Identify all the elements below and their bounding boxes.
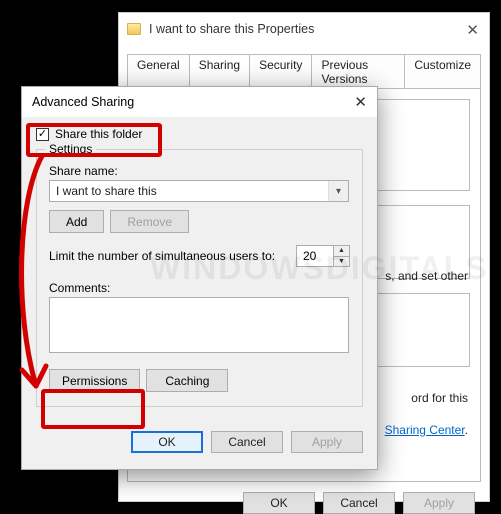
- advanced-titlebar: Advanced Sharing ✕: [22, 87, 377, 117]
- share-name-dropdown[interactable]: I want to share this ▾: [49, 180, 349, 202]
- properties-apply-button[interactable]: Apply: [403, 492, 475, 514]
- limit-value: 20: [303, 249, 316, 263]
- chevron-down-icon: ▾: [328, 181, 348, 201]
- close-icon[interactable]: ✕: [354, 93, 367, 111]
- share-folder-row: ✓ Share this folder: [36, 127, 363, 141]
- properties-titlebar: I want to share this Properties ✕: [119, 13, 489, 45]
- share-folder-checkbox[interactable]: ✓: [36, 128, 49, 141]
- advanced-button-row: OK Cancel Apply: [22, 417, 377, 453]
- limit-spinner[interactable]: 20 ▲ ▼: [296, 245, 350, 267]
- properties-tabs: General Sharing Security Previous Versio…: [119, 45, 489, 88]
- advanced-body: ✓ Share this folder Settings Share name:…: [22, 117, 377, 417]
- comments-textarea[interactable]: [49, 297, 349, 353]
- caching-button[interactable]: Caching: [146, 369, 228, 392]
- remove-button[interactable]: Remove: [110, 210, 189, 233]
- perm-cache-row: Permissions Caching: [49, 369, 350, 392]
- properties-button-row: OK Cancel Apply: [119, 482, 489, 514]
- snippet-text-2: ord for this: [411, 391, 468, 405]
- spinner-down-icon[interactable]: ▼: [334, 257, 349, 267]
- properties-cancel-button[interactable]: Cancel: [323, 492, 395, 514]
- properties-ok-button[interactable]: OK: [243, 492, 315, 514]
- share-name-value: I want to share this: [56, 184, 157, 198]
- advanced-sharing-dialog: Advanced Sharing ✕ ✓ Share this folder S…: [21, 86, 378, 470]
- spinner-up-icon[interactable]: ▲: [334, 246, 349, 257]
- advanced-title-text: Advanced Sharing: [32, 95, 134, 109]
- spinner-arrows[interactable]: ▲ ▼: [333, 246, 349, 266]
- limit-label: Limit the number of simultaneous users t…: [49, 249, 275, 263]
- add-button[interactable]: Add: [49, 210, 104, 233]
- settings-group-label: Settings: [45, 142, 96, 156]
- share-name-label: Share name:: [49, 164, 350, 178]
- close-icon[interactable]: ✕: [466, 21, 479, 39]
- sharing-center-link[interactable]: Sharing Center: [385, 423, 465, 437]
- settings-group: Settings Share name: I want to share thi…: [36, 149, 363, 407]
- share-folder-label: Share this folder: [55, 127, 142, 141]
- tab-security[interactable]: Security: [249, 54, 312, 89]
- tab-previous-versions[interactable]: Previous Versions: [311, 54, 405, 89]
- tab-customize[interactable]: Customize: [404, 54, 481, 89]
- add-remove-row: Add Remove: [49, 210, 350, 233]
- limit-row: Limit the number of simultaneous users t…: [49, 245, 350, 267]
- advanced-ok-button[interactable]: OK: [131, 431, 203, 453]
- advanced-apply-button[interactable]: Apply: [291, 431, 363, 453]
- folder-icon: [127, 23, 141, 35]
- advanced-cancel-button[interactable]: Cancel: [211, 431, 283, 453]
- tab-sharing[interactable]: Sharing: [189, 54, 250, 89]
- snippet-text-1: s, and set other: [385, 269, 468, 283]
- comments-label: Comments:: [49, 281, 350, 295]
- link-suffix: .: [465, 423, 468, 437]
- tab-general[interactable]: General: [127, 54, 190, 89]
- properties-title-text: I want to share this Properties: [149, 22, 314, 36]
- permissions-button[interactable]: Permissions: [49, 369, 140, 392]
